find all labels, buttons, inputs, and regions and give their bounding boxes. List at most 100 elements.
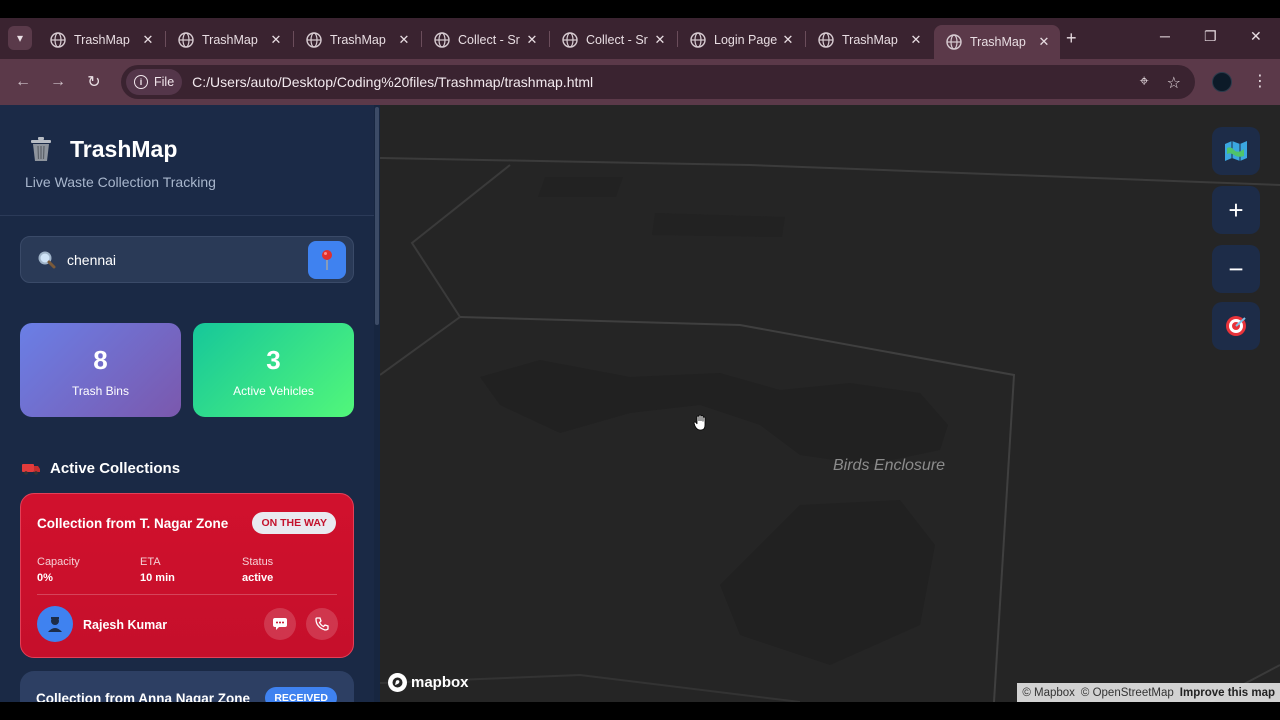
driver-icon — [48, 617, 62, 632]
message-button[interactable] — [264, 608, 296, 640]
close-icon: ✕ — [1250, 28, 1262, 44]
profile-avatar[interactable] — [1212, 72, 1232, 92]
reload-icon: ↻ — [87, 74, 101, 91]
map-canvas[interactable]: Birds Enclosure + − mapbox © Mapbox © Op… — [380, 105, 1280, 702]
locate-target-icon — [1226, 316, 1246, 336]
chat-icon — [273, 618, 287, 630]
tab-title: Collect - Sr — [586, 33, 648, 47]
location-pin-icon[interactable]: ⌖ — [1140, 73, 1149, 93]
hand-cursor-icon — [693, 414, 706, 431]
browser-tab[interactable]: Login Page ✕ — [678, 24, 804, 56]
minimize-button[interactable]: ─ — [1160, 28, 1170, 44]
zoom-out-icon: − — [1228, 253, 1244, 284]
close-icon[interactable]: ✕ — [268, 32, 284, 48]
map-style-button[interactable] — [1212, 127, 1260, 175]
metric-value: 10 min — [140, 572, 175, 584]
globe-icon — [434, 32, 450, 48]
close-icon[interactable]: ✕ — [524, 32, 540, 48]
section-title: Active Collections — [22, 460, 180, 477]
address-bar[interactable]: i File C:/Users/auto/Desktop/Coding%20fi… — [121, 65, 1195, 99]
browser-tab-active[interactable]: TrashMap ✕ — [934, 25, 1060, 59]
location-search — [20, 236, 354, 283]
stat-label: Active Vehicles — [233, 384, 314, 398]
pushpin-icon — [322, 250, 332, 270]
map-style-icon — [1225, 141, 1247, 161]
scrollbar-thumb[interactable] — [375, 107, 379, 325]
map-tiles — [380, 157, 1280, 702]
status-badge: RECEIVED — [265, 687, 337, 702]
restore-button[interactable]: ❐ — [1204, 28, 1217, 45]
chevron-down-icon: ▾ — [16, 31, 24, 45]
close-icon[interactable]: ✕ — [908, 32, 924, 48]
sidebar-header: TrashMap Live Waste Collection Tracking — [0, 105, 374, 216]
sidebar: TrashMap Live Waste Collection Tracking — [0, 105, 380, 702]
attribution-osm-link[interactable]: © OpenStreetMap — [1081, 687, 1174, 699]
call-button[interactable] — [306, 608, 338, 640]
driver-avatar — [37, 606, 73, 642]
new-tab-button[interactable]: + — [1066, 28, 1077, 49]
browser-tab[interactable]: Collect - Sr ✕ — [550, 24, 676, 56]
tab-title: TrashMap — [842, 33, 898, 47]
browser-tab[interactable]: TrashMap ✕ — [166, 24, 292, 56]
plus-icon: + — [1066, 28, 1077, 48]
metric-status: Status active — [242, 556, 273, 584]
close-icon[interactable]: ✕ — [396, 32, 412, 48]
screen-bottom-bar — [0, 702, 1280, 720]
section-title-text: Active Collections — [50, 460, 181, 477]
stat-value: 3 — [266, 345, 281, 375]
metric-capacity: Capacity 0% — [37, 556, 80, 584]
driver-name: Rajesh Kumar — [83, 618, 168, 632]
info-icon: i — [134, 75, 148, 89]
site-info-chip[interactable]: i File — [126, 69, 183, 95]
close-icon[interactable]: ✕ — [140, 32, 156, 48]
globe-icon — [946, 34, 962, 50]
close-icon[interactable]: ✕ — [1036, 34, 1052, 50]
close-window-button[interactable]: ✕ — [1250, 28, 1262, 45]
browser-menu-icon[interactable]: ⋮ — [1252, 71, 1268, 91]
arrow-left-icon: ← — [15, 73, 31, 90]
mapbox-logo[interactable]: mapbox — [388, 673, 469, 692]
zoom-out-button[interactable]: − — [1212, 245, 1260, 293]
file-chip-label: File — [154, 75, 175, 89]
tab-search-button[interactable]: ▾ — [8, 26, 32, 50]
collection-card[interactable]: Collection from T. Nagar Zone ON THE WAY… — [20, 493, 354, 658]
globe-icon — [178, 32, 194, 48]
zoom-in-icon: + — [1228, 194, 1244, 225]
restore-icon: ❐ — [1204, 28, 1217, 44]
collection-title: Collection from Anna Nagar Zone — [36, 691, 251, 702]
browser-tab[interactable]: TrashMap ✕ — [806, 24, 932, 56]
browser-tab[interactable]: Collect - Sr ✕ — [422, 24, 548, 56]
attribution-mapbox-link[interactable]: © Mapbox — [1022, 687, 1075, 699]
forward-button[interactable]: → — [47, 71, 69, 93]
url-text[interactable]: C:/Users/auto/Desktop/Coding%20files/Tra… — [192, 74, 593, 90]
divider — [37, 594, 337, 595]
browser-tab[interactable]: TrashMap ✕ — [38, 24, 164, 56]
map-attribution: © Mapbox © OpenStreetMap Improve this ma… — [1017, 683, 1280, 702]
app-subtitle: Live Waste Collection Tracking — [25, 174, 216, 190]
collection-card[interactable]: Collection from Anna Nagar Zone RECEIVED — [20, 671, 354, 702]
globe-icon — [818, 32, 834, 48]
browser-tab[interactable]: TrashMap ✕ — [294, 24, 420, 56]
stat-trash-bins: 8 Trash Bins — [20, 323, 181, 417]
back-button[interactable]: ← — [12, 71, 34, 93]
zoom-in-button[interactable]: + — [1212, 186, 1260, 234]
trashmap-app: TrashMap Live Waste Collection Tracking — [0, 105, 1280, 702]
locate-button[interactable] — [308, 241, 346, 279]
search-input[interactable] — [67, 251, 287, 268]
close-icon[interactable]: ✕ — [780, 32, 796, 48]
tab-title: Collect - Sr — [458, 33, 520, 47]
truck-icon — [22, 463, 40, 475]
improve-map-link[interactable]: Improve this map — [1180, 687, 1275, 699]
reload-button[interactable]: ↻ — [83, 71, 105, 93]
locate-me-button[interactable] — [1212, 302, 1260, 350]
metric-value: active — [242, 572, 274, 584]
stat-active-vehicles: 3 Active Vehicles — [193, 323, 354, 417]
map-place-label: Birds Enclosure — [833, 457, 946, 474]
arrow-right-icon: → — [50, 73, 66, 90]
trash-can-icon — [31, 137, 51, 161]
tab-title: TrashMap — [74, 33, 130, 47]
close-icon[interactable]: ✕ — [652, 32, 668, 48]
mapbox-logo-text: mapbox — [411, 674, 469, 691]
bookmark-star-icon[interactable]: ☆ — [1167, 73, 1181, 93]
collection-title: Collection from T. Nagar Zone — [37, 516, 229, 531]
